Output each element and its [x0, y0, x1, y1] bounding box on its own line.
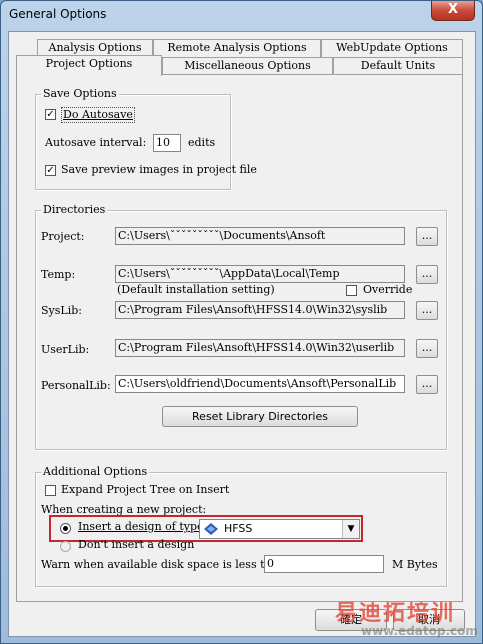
window-title: General Options: [9, 7, 107, 21]
personallib-dir-label: PersonalLib:: [41, 379, 111, 392]
design-type-select[interactable]: HFSS ▼: [199, 519, 360, 539]
do-autosave-checkbox[interactable]: ✓: [45, 109, 56, 120]
save-options-legend: Save Options: [41, 87, 119, 101]
watermark-url: www.edatop.com: [361, 624, 478, 638]
autosave-interval-input[interactable]: 10: [153, 134, 181, 152]
syslib-browse-button[interactable]: ...: [416, 301, 438, 320]
syslib-dir-field[interactable]: C:\Program Files\Ansoft\HFSS14.0\Win32\s…: [115, 301, 405, 319]
personallib-dir-field[interactable]: C:\Users\oldfriend\Documents\Ansoft\Pers…: [115, 375, 405, 393]
autosave-interval-label: Autosave interval:: [45, 136, 147, 149]
general-options-dialog: General Options X Analysis Options Remot…: [0, 0, 483, 644]
chevron-down-icon[interactable]: ▼: [342, 520, 359, 538]
syslib-dir-label: SysLib:: [41, 304, 82, 317]
autosave-interval-unit: edits: [188, 136, 216, 149]
temp-dir-field[interactable]: C:\Users\ˇˇˇˇˇˇˇˇˇ\AppData\Local\Temp: [115, 265, 405, 283]
userlib-browse-button[interactable]: ...: [416, 339, 438, 358]
directories-legend: Directories: [41, 203, 108, 217]
tab-default-units[interactable]: Default Units: [333, 57, 463, 75]
tab-project-options[interactable]: Project Options: [16, 55, 162, 76]
close-button[interactable]: X: [431, 1, 475, 21]
project-dir-field[interactable]: C:\Users\ˇˇˇˇˇˇˇˇˇ\Documents\Ansoft: [115, 227, 405, 245]
additional-options-group: Additional Options Expand Project Tree o…: [35, 465, 447, 587]
project-browse-button[interactable]: ...: [416, 227, 438, 246]
userlib-dir-label: UserLib:: [41, 343, 90, 356]
insert-design-label: Insert a design of type:: [78, 520, 208, 533]
tab-webupdate-options[interactable]: WebUpdate Options: [321, 39, 463, 57]
expand-tree-checkbox[interactable]: [45, 485, 56, 496]
userlib-dir-field[interactable]: C:\Program Files\Ansoft\HFSS14.0\Win32\u…: [115, 339, 405, 357]
do-autosave-label: Do Autosave: [61, 107, 135, 123]
tab-label: WebUpdate Options: [336, 41, 448, 54]
dont-insert-radio[interactable]: [60, 541, 71, 552]
tab-label: Default Units: [360, 59, 436, 72]
directories-group: Directories Project: C:\Users\ˇˇˇˇˇˇˇˇˇ\…: [35, 203, 447, 450]
tab-label: Remote Analysis Options: [167, 41, 307, 54]
override-checkbox[interactable]: [346, 285, 357, 296]
temp-default-note: (Default installation setting): [117, 283, 275, 296]
temp-browse-button[interactable]: ...: [416, 265, 438, 284]
save-options-group: Save Options ✓ Do Autosave Autosave inte…: [35, 87, 257, 190]
disk-warn-label: Warn when available disk space is less t…: [41, 558, 286, 571]
insert-design-radio[interactable]: [60, 523, 71, 534]
temp-dir-label: Temp:: [41, 268, 76, 281]
tab-remote-analysis-options[interactable]: Remote Analysis Options: [153, 39, 321, 57]
design-type-value: HFSS: [224, 522, 253, 535]
tab-label: Miscellaneous Options: [184, 59, 311, 72]
title-bar[interactable]: General Options X: [1, 1, 482, 31]
personallib-browse-button[interactable]: ...: [416, 375, 438, 394]
additional-options-legend: Additional Options: [41, 465, 150, 479]
expand-tree-label: Expand Project Tree on Insert: [61, 483, 230, 496]
override-label: Override: [363, 283, 413, 296]
hfss-icon: [204, 523, 218, 535]
save-preview-checkbox[interactable]: ✓: [45, 165, 56, 176]
dont-insert-label: Don't insert a design: [78, 538, 195, 551]
reset-library-directories-button[interactable]: Reset Library Directories: [162, 406, 358, 427]
radio-selected-dot: [63, 526, 68, 531]
tab-label: Project Options: [45, 57, 133, 70]
tab-miscellaneous-options[interactable]: Miscellaneous Options: [162, 57, 333, 75]
project-options-panel: Save Options ✓ Do Autosave Autosave inte…: [16, 74, 463, 602]
save-preview-label: Save preview images in project file: [61, 163, 257, 176]
disk-warn-unit: M Bytes: [392, 558, 438, 571]
tab-label: Analysis Options: [48, 41, 142, 54]
project-dir-label: Project:: [41, 230, 85, 243]
dialog-client-area: Analysis Options Remote Analysis Options…: [8, 31, 478, 638]
disk-warn-input[interactable]: 0: [264, 555, 384, 573]
